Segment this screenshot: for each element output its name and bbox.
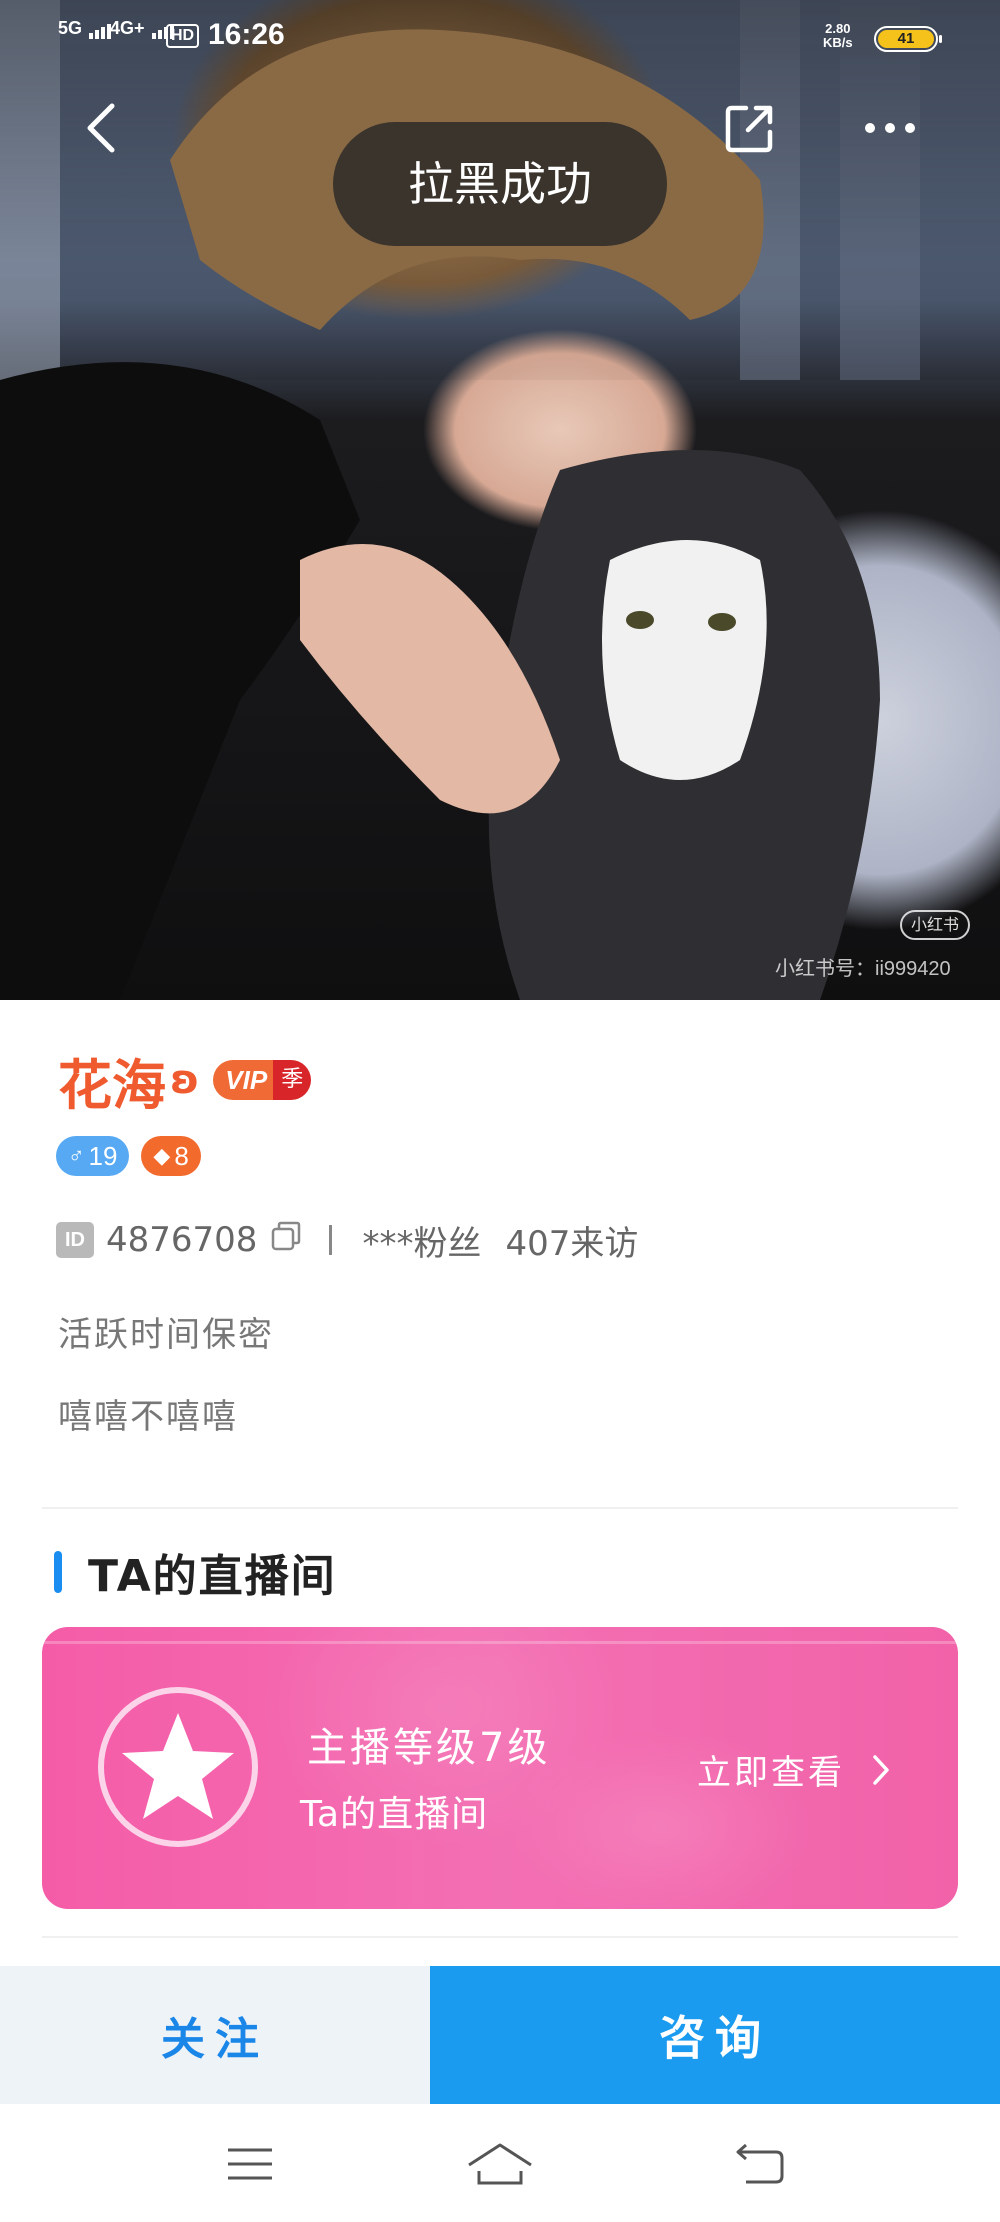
fans-count[interactable]: ***粉丝 — [362, 1216, 481, 1265]
id-row: ID 4876708 ***粉丝 407来访 — [56, 1215, 638, 1265]
section-divider — [42, 1936, 958, 1938]
live-room-subtitle: Ta的直播间 — [300, 1794, 489, 1835]
more-options-button[interactable] — [855, 96, 925, 160]
active-status: 活跃时间保密 — [58, 1315, 274, 1355]
status-bar: 5G 4G+ HD 16:26 2.80 KB/s 41 — [0, 0, 1000, 72]
wealth-level-value: 8 — [174, 1140, 189, 1171]
back-button[interactable] — [70, 96, 134, 160]
home-button[interactable] — [450, 2134, 550, 2194]
diamond-icon: ◆ — [153, 1143, 171, 1168]
more-dots-icon — [865, 123, 875, 133]
battery-icon: 41 — [874, 26, 942, 52]
section-divider — [42, 1507, 958, 1509]
user-id: 4876708 — [106, 1220, 258, 1260]
hd-badge: HD — [166, 24, 200, 48]
star-icon — [122, 1713, 234, 1819]
live-room-card[interactable]: 主播等级7级 Ta的直播间 立即查看 — [42, 1627, 958, 1909]
network-speed-value: 2.80 — [825, 21, 851, 36]
more-dots-icon — [885, 123, 895, 133]
live-section-header: TA的直播间 — [54, 1540, 337, 1604]
watermark-logo: 小红书 — [900, 910, 970, 940]
home-icon — [468, 2143, 532, 2185]
anchor-level: 主播等级7级 — [307, 1725, 551, 1771]
battery-tip — [939, 35, 942, 43]
anchor-level-emblem — [98, 1687, 258, 1847]
watermark-text: 小红书号：ii999420 — [775, 958, 951, 980]
section-accent-bar — [54, 1551, 62, 1593]
clock: 16:26 — [208, 18, 285, 51]
chevron-right-icon — [873, 1754, 889, 1785]
gender-level-value: 19 — [88, 1140, 118, 1171]
view-now-label: 立即查看 — [697, 1753, 845, 1793]
username-decoration: ʚ — [170, 1057, 200, 1103]
live-section-title: TA的直播间 — [88, 1551, 337, 1602]
wealth-level-badge[interactable]: ◆ 8 — [141, 1136, 201, 1176]
menu-icon — [228, 2148, 272, 2180]
username-row: 花海 ʚ VIP 季 — [58, 1048, 312, 1117]
username: 花海 — [58, 1052, 166, 1117]
divider — [329, 1225, 333, 1255]
vip-label: VIP — [213, 1060, 274, 1100]
toast-message: 拉黑成功 — [333, 122, 667, 246]
network-speed: 2.80 KB/s — [823, 22, 853, 50]
copy-id-button[interactable] — [269, 1219, 303, 1262]
id-tag: ID — [56, 1222, 94, 1258]
view-now-link[interactable]: 立即查看 — [697, 1745, 891, 1794]
menu-button[interactable] — [200, 2134, 300, 2194]
back-arrow-icon — [736, 2143, 784, 2184]
signal-5g: 5G — [58, 18, 113, 39]
level-badges: ♂ 19 ◆ 8 — [56, 1136, 201, 1176]
signal-5g-label: 5G — [58, 18, 83, 38]
share-button[interactable] — [718, 96, 782, 160]
system-navigation-bar — [0, 2104, 1000, 2222]
share-icon — [725, 105, 773, 153]
signal-4g-label: 4G+ — [110, 18, 145, 38]
copy-icon — [272, 1221, 301, 1250]
bio: 嘻嘻不嘻嘻 — [58, 1397, 238, 1437]
chevron-left-icon — [87, 103, 115, 153]
back-nav-button[interactable] — [710, 2134, 810, 2194]
card-decor-line — [42, 1641, 958, 1644]
network-speed-unit: KB/s — [823, 35, 853, 50]
follow-button[interactable]: 关注 — [0, 1966, 430, 2104]
vip-badge[interactable]: VIP 季 — [213, 1060, 312, 1100]
consult-button[interactable]: 咨询 — [430, 1966, 1000, 2104]
vip-season-label: 季 — [273, 1060, 312, 1100]
battery-level: 41 — [878, 30, 934, 48]
gender-level-badge[interactable]: ♂ 19 — [56, 1136, 130, 1176]
visits-count[interactable]: 407来访 — [505, 1216, 638, 1265]
male-icon: ♂ — [68, 1143, 85, 1168]
more-dots-icon — [905, 123, 915, 133]
